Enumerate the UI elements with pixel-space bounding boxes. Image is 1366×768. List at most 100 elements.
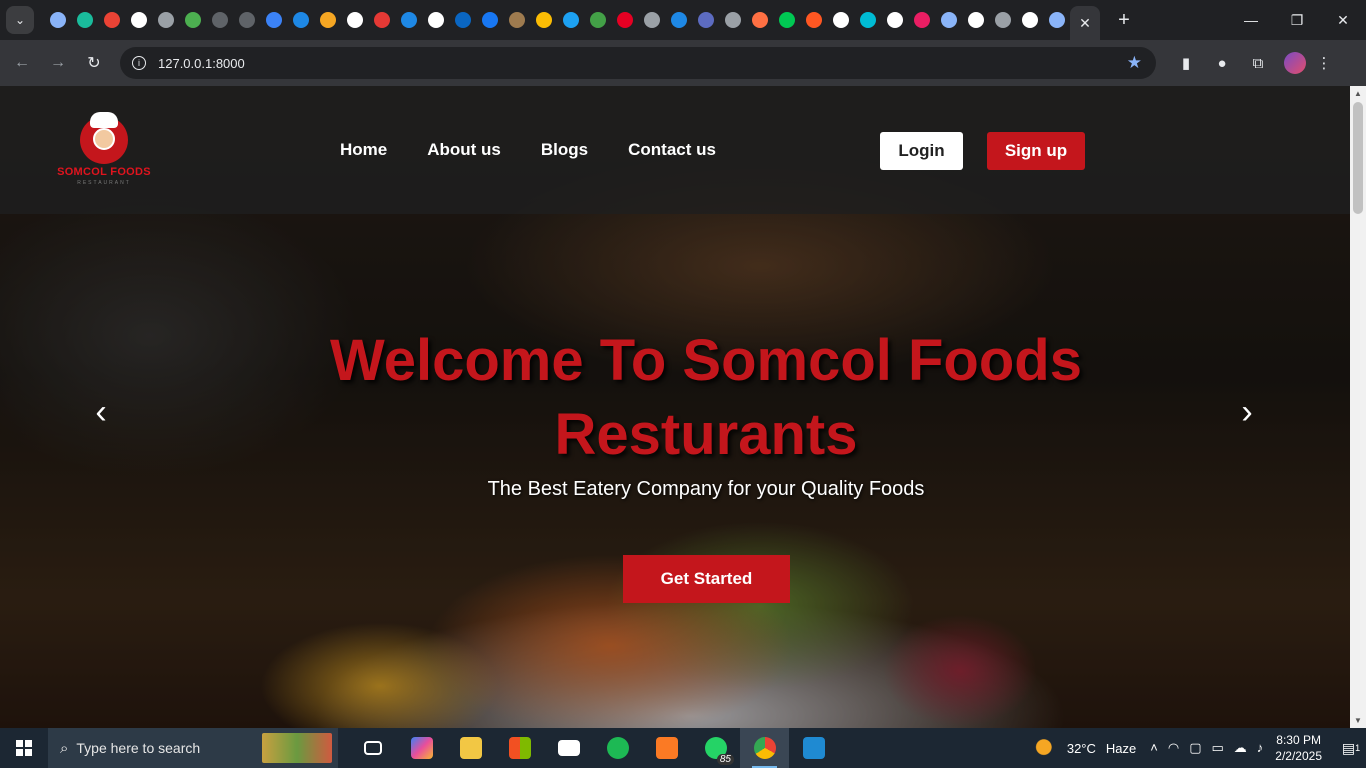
search-icon: ⌕ (60, 739, 69, 757)
notification-center-icon[interactable]: ▤ 1 (1336, 740, 1366, 757)
weather-widget[interactable]: 32°C Haze (1034, 739, 1136, 757)
pinned-tab-21-favicon-icon[interactable] (611, 0, 638, 40)
reload-icon[interactable]: ↻ (76, 45, 112, 81)
clock-date: 2/2/2025 (1275, 749, 1322, 763)
copilot-icon[interactable] (397, 728, 446, 768)
pinned-tab-9-favicon-icon[interactable] (287, 0, 314, 40)
browser-tab-strip: ⌄ ✕ + — ❐ ✕ (0, 0, 1366, 40)
task-view-icon[interactable] (348, 728, 397, 768)
pinned-tab-30-favicon-icon[interactable] (854, 0, 881, 40)
xampp-icon[interactable] (642, 728, 691, 768)
pinned-tab-11-favicon-icon[interactable] (341, 0, 368, 40)
mail-icon[interactable] (544, 728, 593, 768)
pinned-tab-15-favicon-icon[interactable] (449, 0, 476, 40)
taskbar-search-placeholder: Type here to search (76, 740, 201, 756)
extensions-icon[interactable]: ⧉ (1240, 48, 1276, 78)
start-button[interactable] (0, 728, 48, 768)
extension-panda-icon[interactable]: ● (1204, 48, 1240, 78)
pinned-tab-17-favicon-icon[interactable] (503, 0, 530, 40)
address-url[interactable]: 127.0.0.1:8000 (158, 56, 245, 71)
wifi-icon[interactable]: ◠ (1168, 740, 1179, 756)
menu-icon[interactable]: ⋮ (1306, 48, 1342, 78)
login-button[interactable]: Login (880, 132, 963, 170)
signup-button[interactable]: Sign up (987, 132, 1085, 170)
pinned-tab-36-favicon-icon[interactable] (1016, 0, 1043, 40)
scroll-down-icon[interactable]: ▼ (1354, 716, 1362, 725)
pinned-tab-23-favicon-icon[interactable] (665, 0, 692, 40)
pinned-tab-3-favicon-icon[interactable] (125, 0, 152, 40)
pinned-tab-33-favicon-icon[interactable] (935, 0, 962, 40)
new-tab-button[interactable]: + (1110, 6, 1138, 34)
pinned-tab-35-favicon-icon[interactable] (989, 0, 1016, 40)
bookmark-star-icon[interactable]: ★ (1127, 53, 1142, 73)
pinned-tab-4-favicon-icon[interactable] (152, 0, 179, 40)
pinned-tab-32-favicon-icon[interactable] (908, 0, 935, 40)
pinned-tab-20-favicon-icon[interactable] (584, 0, 611, 40)
logo-subtitle: RESTAURANT (77, 180, 131, 186)
pinned-tab-34-favicon-icon[interactable] (962, 0, 989, 40)
minimize-icon[interactable]: — (1228, 0, 1274, 40)
microsoft-store-icon[interactable] (495, 728, 544, 768)
pinned-tab-13-favicon-icon[interactable] (395, 0, 422, 40)
address-bar[interactable]: i 127.0.0.1:8000 ★ (120, 47, 1156, 79)
pinned-tab-12-favicon-icon[interactable] (368, 0, 395, 40)
pinned-tab-25-favicon-icon[interactable] (719, 0, 746, 40)
pinned-tab-8-favicon-icon[interactable] (260, 0, 287, 40)
page-scrollbar[interactable]: ▲ ▼ (1350, 86, 1366, 728)
pinned-tab-16-favicon-icon[interactable] (476, 0, 503, 40)
site-logo[interactable]: SOMCOL FOODS RESTAURANT (56, 112, 152, 192)
show-hidden-icons-icon[interactable]: ˄ (1150, 740, 1158, 756)
pinned-tab-37-favicon-icon[interactable] (1043, 0, 1070, 40)
back-icon[interactable]: ← (4, 45, 40, 81)
nav-blogs[interactable]: Blogs (541, 140, 588, 160)
pinned-tab-6-favicon-icon[interactable] (206, 0, 233, 40)
get-started-button[interactable]: Get Started (623, 555, 790, 603)
close-window-icon[interactable]: ✕ (1320, 0, 1366, 40)
scrollbar-thumb[interactable] (1353, 102, 1363, 214)
volume-icon[interactable]: ♪ (1257, 740, 1264, 756)
nav-contact[interactable]: Contact us (628, 140, 716, 160)
site-info-icon[interactable]: i (132, 56, 146, 70)
pinned-tabs (44, 0, 1070, 40)
reading-list-icon[interactable]: ▮ (1168, 48, 1204, 78)
vscode-icon[interactable] (789, 728, 838, 768)
pinned-tab-28-favicon-icon[interactable] (800, 0, 827, 40)
pinned-tab-2-favicon-icon[interactable] (98, 0, 125, 40)
battery-icon[interactable]: ▭ (1211, 740, 1223, 756)
tab-search-button[interactable]: ⌄ (6, 6, 34, 34)
scroll-up-icon[interactable]: ▲ (1354, 89, 1362, 98)
pinned-tab-22-favicon-icon[interactable] (638, 0, 665, 40)
active-tab-close-icon[interactable]: ✕ (1070, 6, 1100, 40)
pinned-tab-24-favicon-icon[interactable] (692, 0, 719, 40)
spotify-icon[interactable] (593, 728, 642, 768)
profile-avatar[interactable] (1284, 52, 1306, 74)
taskbar-apps: 85 (348, 728, 838, 768)
pinned-tab-31-favicon-icon[interactable] (881, 0, 908, 40)
main-nav: Home About us Blogs Contact us (340, 140, 756, 160)
chrome-icon[interactable] (740, 728, 789, 768)
pinned-tab-29-favicon-icon[interactable] (827, 0, 854, 40)
pinned-tab-1-favicon-icon[interactable] (71, 0, 98, 40)
restore-icon[interactable]: ❐ (1274, 0, 1320, 40)
clock[interactable]: 8:30 PM 2/2/2025 (1275, 732, 1322, 764)
pinned-tab-18-favicon-icon[interactable] (530, 0, 557, 40)
file-explorer-icon[interactable] (446, 728, 495, 768)
taskbar-search[interactable]: ⌕ Type here to search (48, 728, 338, 768)
pinned-tab-5-favicon-icon[interactable] (179, 0, 206, 40)
pinned-tab-7-favicon-icon[interactable] (233, 0, 260, 40)
meet-icon[interactable]: ▢ (1189, 740, 1201, 756)
pinned-tab-10-favicon-icon[interactable] (314, 0, 341, 40)
hero-subtitle: The Best Eatery Company for your Quality… (487, 478, 925, 500)
whatsapp-icon[interactable]: 85 (691, 728, 740, 768)
pinned-tab-19-favicon-icon[interactable] (557, 0, 584, 40)
carousel-next-icon[interactable]: › (1232, 393, 1262, 431)
forward-icon[interactable]: → (40, 45, 76, 81)
pinned-tab-27-favicon-icon[interactable] (773, 0, 800, 40)
pinned-tab-14-favicon-icon[interactable] (422, 0, 449, 40)
pinned-tab-26-favicon-icon[interactable] (746, 0, 773, 40)
pinned-tab-0-favicon-icon[interactable] (44, 0, 71, 40)
onedrive-icon[interactable]: ☁ (1234, 740, 1247, 756)
nav-about[interactable]: About us (427, 140, 501, 160)
carousel-prev-icon[interactable]: ‹ (86, 393, 116, 431)
nav-home[interactable]: Home (340, 140, 387, 160)
